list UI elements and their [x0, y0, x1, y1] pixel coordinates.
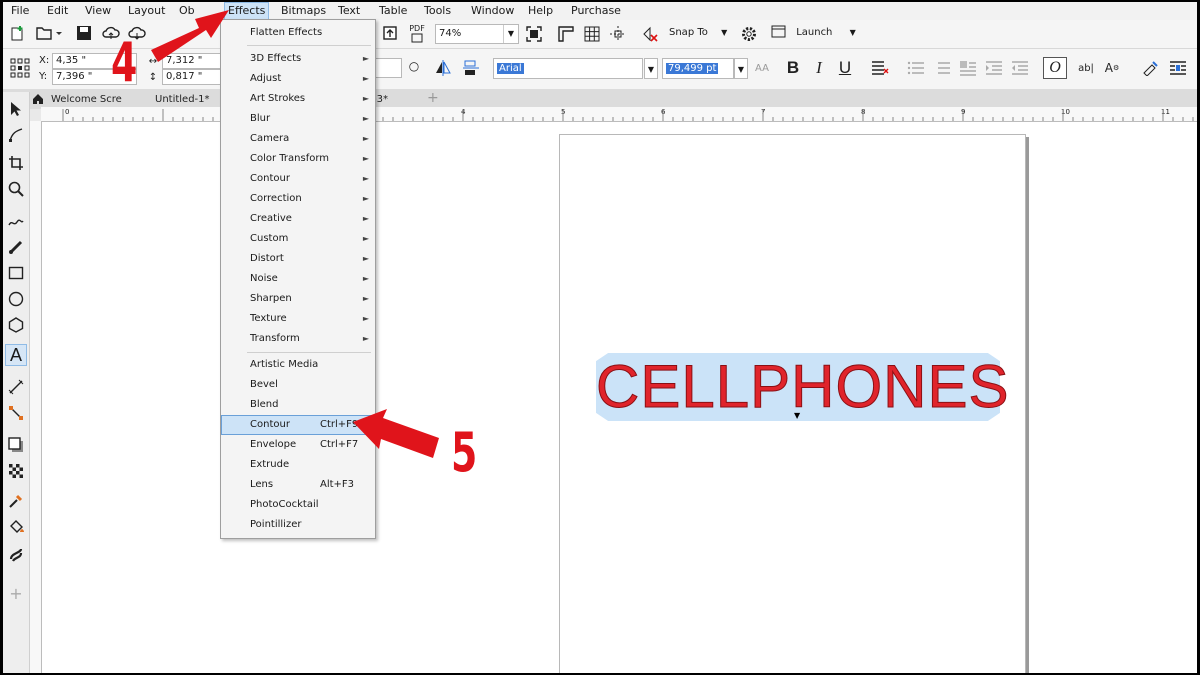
step-5-label: 5: [451, 421, 478, 484]
arrow-to-contour-item: [353, 409, 439, 458]
step-4-label: 4: [111, 31, 138, 94]
app-window: File Edit View Layout Ob Effects Bitmaps…: [3, 2, 1197, 673]
arrow-to-effects-menu: [151, 10, 229, 62]
annotation-layer: [151, 10, 439, 458]
